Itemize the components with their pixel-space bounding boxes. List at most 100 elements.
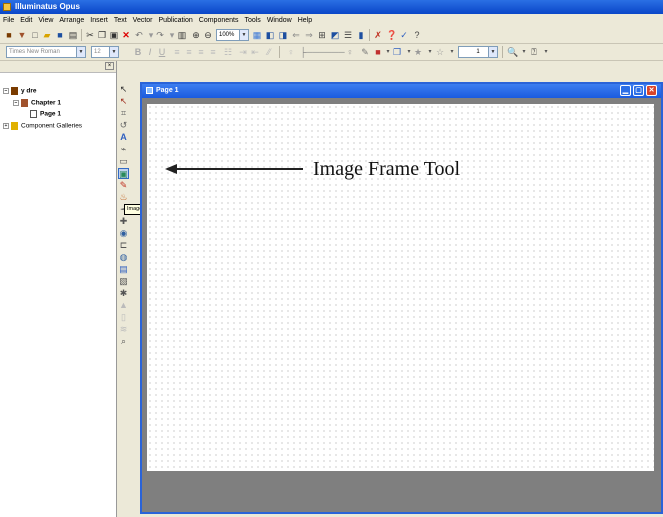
zoom-out-icon[interactable]: ⊖ [203,30,213,40]
button-tool-icon[interactable]: ◍ [118,252,129,263]
sound-tool-icon[interactable]: ◉ [118,228,129,239]
stroke-color-icon[interactable]: ✎ [360,47,370,57]
pen-tool-icon[interactable]: ♀ [286,47,296,57]
new-page-icon[interactable]: □ [30,30,40,40]
align-center-icon[interactable]: ≡ [184,47,194,57]
zoom-select[interactable]: 100% ▼ [216,29,249,41]
menu-publication[interactable]: Publication [156,14,196,27]
underline-icon[interactable]: U [157,47,167,57]
zoom-in-icon[interactable]: ⊕ [191,30,201,40]
cut-icon[interactable]: ✂ [85,30,95,40]
menu-file[interactable]: File [0,14,17,27]
save-icon[interactable]: ■ [55,30,65,40]
zoom-tool-icon[interactable]: ⌕ [118,336,129,347]
print-preview-icon[interactable]: ▥ [177,30,187,40]
back-arrow-icon[interactable]: ⇐ [291,30,301,40]
tree-node-galleries[interactable]: + Component Galleries [3,122,82,130]
star-filled-icon[interactable]: ★ [413,47,423,57]
tools-icon[interactable]: ✗ [373,30,383,40]
page-view-icon[interactable]: ◧ [265,30,275,40]
print-icon[interactable]: ▤ [68,30,78,40]
menu-arrange[interactable]: Arrange [56,14,87,27]
disabled-tool-2-icon[interactable]: ▯ [118,312,129,323]
star-dropdown-icon[interactable]: ▾ [425,47,435,57]
table-icon[interactable]: ⊞ [317,30,327,40]
collapse-icon[interactable]: − [13,100,19,106]
movie-tool-icon[interactable]: ▧ [118,276,129,287]
menu-components[interactable]: Components [196,14,242,27]
check-icon[interactable]: ✓ [399,30,409,40]
minimize-button[interactable]: ▁ [620,85,631,96]
redo-icon[interactable]: ↷ [155,30,165,40]
star-outline-dropdown-icon[interactable]: ▾ [447,47,457,57]
paint-tool-icon[interactable]: ♨ [118,192,129,203]
close-icon[interactable]: × [105,62,114,70]
fill-color-icon[interactable]: ■ [373,47,383,57]
redo-dropdown-icon[interactable]: ▾ [167,30,177,40]
frame-icon[interactable]: ◩ [330,30,340,40]
bullets-icon[interactable]: ☷ [223,47,233,57]
outdent-icon[interactable]: ⇤ [250,47,260,57]
gradient-icon[interactable]: ♀ [345,47,355,57]
comment-icon[interactable]: ⍰ [529,47,539,57]
align-right-icon[interactable]: ≡ [196,47,206,57]
undo-icon[interactable]: ↶ [134,30,144,40]
book-icon[interactable]: ■ [4,30,14,40]
close-button[interactable]: ✕ [646,85,657,96]
question-icon[interactable]: ? [412,30,422,40]
menu-insert[interactable]: Insert [87,14,111,27]
tree-node-chapter[interactable]: − Chapter 1 [13,99,61,107]
pen-tool-icon[interactable]: ✎ [118,180,129,191]
crop-tool-icon[interactable]: ⌗ [118,108,129,119]
menu-window[interactable]: Window [264,14,295,27]
font-select[interactable]: Times New Roman ▼ [6,46,86,58]
paste-icon[interactable]: ▣ [109,30,119,40]
menu-vector[interactable]: Vector [130,14,156,27]
media-tool-icon[interactable]: ▤ [118,264,129,275]
forward-arrow-icon[interactable]: ⇒ [304,30,314,40]
node-tool-icon[interactable]: ↖ [118,96,129,107]
copy-icon[interactable]: ❐ [97,30,107,40]
line-width-select[interactable]: 1 ▼ [458,46,498,58]
open-folder-icon[interactable]: ▰ [42,30,52,40]
bracket-tool-icon[interactable]: ⊏ [118,240,129,251]
text-tool-icon[interactable]: A [118,132,129,143]
align-icon[interactable]: ☰ [343,30,353,40]
image-frame-tool-icon[interactable]: ▣ [118,168,129,179]
zoom-tool-icon[interactable]: 🔍 [507,47,518,57]
menu-help[interactable]: Help [295,14,315,27]
zoom-tool-dropdown-icon[interactable]: ▾ [519,47,529,57]
text-path-tool-icon[interactable]: ⌁ [118,144,129,155]
disabled-tool-3-icon[interactable]: ≋ [118,324,129,335]
shadow-icon[interactable]: ❐ [392,47,402,57]
bold-icon[interactable]: B [133,47,143,57]
justify-icon[interactable]: ≡ [208,47,218,57]
rotate-tool-icon[interactable]: ↺ [118,120,129,131]
font-size-select[interactable]: 12 ▼ [91,46,119,58]
disabled-tool-1-icon[interactable]: ▲ [118,300,129,311]
maximize-button[interactable]: ▢ [633,85,644,96]
help-cursor-icon[interactable]: ❓ [386,30,397,40]
line-style-icon[interactable]: ├────── [300,47,345,57]
rectangle-tool-icon[interactable]: ▭ [118,156,129,167]
menu-text[interactable]: Text [111,14,130,27]
indent-icon[interactable]: ⇥ [238,47,248,57]
comment-dropdown-icon[interactable]: ▾ [541,47,551,57]
delete-icon[interactable]: ✕ [121,30,131,40]
expand-icon[interactable]: + [3,123,9,129]
pin-tool-icon[interactable]: ✱ [118,288,129,299]
grid-icon[interactable]: ▦ [252,30,262,40]
spread-view-icon[interactable]: ◨ [278,30,288,40]
chapter-icon[interactable]: ▼ [17,30,27,40]
layers-icon[interactable]: ▮ [356,30,366,40]
collapse-icon[interactable]: − [3,88,9,94]
menu-edit[interactable]: Edit [17,14,35,27]
italic-icon[interactable]: I [145,47,155,57]
menu-view[interactable]: View [35,14,56,27]
text-slant-icon[interactable]: ⁄⁄ [264,47,274,57]
star-outline-icon[interactable]: ☆ [435,47,445,57]
shape-tool-icon[interactable]: ✚ [118,216,129,227]
align-left-icon[interactable]: ≡ [172,47,182,57]
tree-node-publication[interactable]: − y dre [3,87,37,95]
menu-tools[interactable]: Tools [241,14,263,27]
